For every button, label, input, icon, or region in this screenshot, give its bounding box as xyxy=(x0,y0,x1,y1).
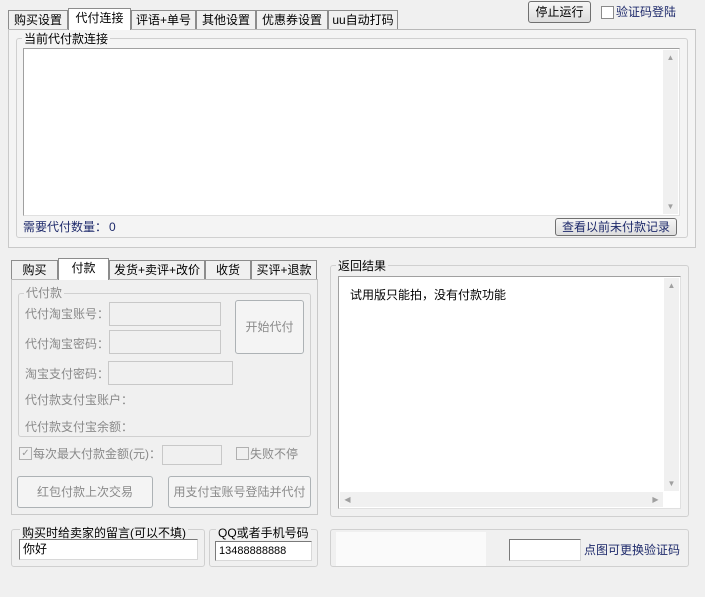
subtab-purchase[interactable]: 购买 xyxy=(11,260,58,280)
max-amount-input[interactable] xyxy=(162,445,222,465)
result-textarea[interactable]: 试用版只能拍，没有付款功能 ▲ ▼ ◀ ▶ xyxy=(338,276,681,509)
subtab-ship-review-price[interactable]: 发货+卖评+改价 xyxy=(109,260,205,280)
scroll-right-icon[interactable]: ▶ xyxy=(648,492,663,507)
qq-phone-input[interactable]: 13488888888 xyxy=(215,541,312,561)
daifu-link-text xyxy=(24,49,679,55)
tab-daifu-link[interactable]: 代付连接 xyxy=(68,8,131,30)
seller-message-input[interactable]: 你好 xyxy=(19,539,198,560)
fail-continue-checkbox[interactable] xyxy=(236,447,249,460)
view-unpaid-history-button[interactable]: 查看以前未付款记录 xyxy=(555,218,677,236)
captcha-input[interactable] xyxy=(509,539,581,561)
redpacket-pay-button[interactable]: 红包付款上次交易 xyxy=(17,476,153,508)
tab-other-settings[interactable]: 其他设置 xyxy=(196,10,256,30)
link-group-label: 当前代付款连接 xyxy=(22,32,111,46)
pay-password-label: 淘宝支付密码： xyxy=(25,367,110,381)
result-text: 试用版只能拍，没有付款功能 xyxy=(350,288,507,302)
max-amount-checkbox[interactable]: ✓ xyxy=(19,447,32,460)
scroll-down-icon[interactable]: ▼ xyxy=(664,476,679,491)
need-count-value: 0 xyxy=(109,220,116,234)
taobao-account-label: 代付淘宝账号： xyxy=(25,307,110,321)
result-vertical-scrollbar[interactable]: ▲ ▼ xyxy=(664,278,679,491)
start-daifu-button[interactable]: 开始代付 xyxy=(235,300,304,354)
message-label: 购买时给卖家的留言(可以不填) xyxy=(20,526,188,540)
scroll-left-icon[interactable]: ◀ xyxy=(340,492,355,507)
captcha-image[interactable] xyxy=(336,532,486,566)
max-amount-label: 每次最大付款金额(元)： xyxy=(33,447,161,461)
pay-password-input[interactable] xyxy=(108,361,233,385)
result-group-label: 返回结果 xyxy=(336,259,389,273)
scroll-up-icon[interactable]: ▲ xyxy=(663,50,678,65)
scroll-down-icon[interactable]: ▼ xyxy=(663,199,678,214)
subtab-receive[interactable]: 收货 xyxy=(205,260,251,280)
scroll-up-icon[interactable]: ▲ xyxy=(664,278,679,293)
tab-purchase-settings[interactable]: 购买设置 xyxy=(8,10,68,30)
alipay-login-daifu-button[interactable]: 用支付宝账号登陆并代付 xyxy=(168,476,311,508)
captcha-refresh-hint[interactable]: 点图可更换验证码 xyxy=(584,543,680,557)
subtab-payment[interactable]: 付款 xyxy=(58,258,109,280)
alipay-balance-label: 代付款支付宝余额： xyxy=(25,420,134,434)
stop-run-button[interactable]: 停止运行 xyxy=(528,1,591,23)
verify-login-label: 验证码登陆 xyxy=(616,5,677,19)
tab-comments-tracking[interactable]: 评语+单号 xyxy=(131,10,196,30)
subtab-review-refund[interactable]: 买评+退款 xyxy=(251,260,317,280)
verify-login-checkbox[interactable] xyxy=(601,6,614,19)
sub-tab-strip: 购买 付款 发货+卖评+改价 收货 买评+退款 xyxy=(11,258,317,280)
alipay-account-label: 代付款支付宝账户： xyxy=(25,393,134,407)
taobao-password-input[interactable] xyxy=(109,330,221,354)
taobao-account-input[interactable] xyxy=(109,302,221,326)
top-tab-strip: 购买设置 代付连接 评语+单号 其他设置 优惠券设置 uu自动打码 xyxy=(8,8,398,30)
taobao-password-label: 代付淘宝密码： xyxy=(25,337,110,351)
qq-label: QQ或者手机号码 xyxy=(216,526,311,540)
tab-uu-captcha[interactable]: uu自动打码 xyxy=(328,10,398,30)
daifu-group-label: 代付款 xyxy=(24,286,65,300)
result-horizontal-scrollbar[interactable]: ◀ ▶ xyxy=(340,492,663,507)
tab-coupon-settings[interactable]: 优惠券设置 xyxy=(256,10,328,30)
fail-continue-label: 失败不停 xyxy=(250,447,299,461)
need-count-label: 需要代付数量： xyxy=(23,220,108,234)
link-vertical-scrollbar[interactable]: ▲ ▼ xyxy=(663,50,678,214)
daifu-link-textarea[interactable]: ▲ ▼ xyxy=(23,48,680,216)
